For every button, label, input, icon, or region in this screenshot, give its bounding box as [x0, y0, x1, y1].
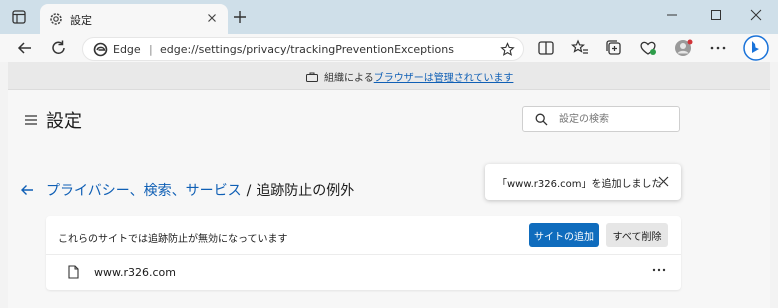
- edge-icon: [93, 42, 108, 57]
- omnibox-label: Edge: [113, 43, 141, 56]
- address-bar[interactable]: Edge | edge://settings/privacy/trackingP…: [82, 37, 524, 61]
- window-close-icon[interactable]: [742, 4, 770, 26]
- close-icon[interactable]: [204, 10, 220, 26]
- managed-link[interactable]: ブラウザーは管理されています: [374, 73, 514, 84]
- more-actions-icon[interactable]: [651, 263, 667, 277]
- back-arrow-icon[interactable]: [20, 184, 34, 196]
- bing-icon[interactable]: [743, 35, 769, 61]
- settings-page: 設定 プライバシー、検索、サービス/追跡防止の例外 「www.r326.com」…: [8, 90, 770, 308]
- exceptions-card: これらのサイトでは追跡防止が無効になっています サイトの追加 すべて削除 www…: [46, 216, 681, 290]
- briefcase-icon: [306, 72, 318, 82]
- add-site-button[interactable]: サイトの追加: [529, 223, 599, 247]
- hamburger-icon[interactable]: [24, 114, 38, 126]
- omnibox-separator: |: [149, 43, 153, 56]
- minimize-icon[interactable]: [658, 4, 686, 26]
- address-toolbar: Edge | edge://settings/privacy/trackingP…: [0, 34, 778, 62]
- maximize-icon[interactable]: [702, 4, 730, 26]
- breadcrumb-current: 追跡防止の例外: [256, 183, 355, 199]
- exceptions-description: これらのサイトでは追跡防止が無効になっています: [58, 234, 288, 245]
- profile-avatar[interactable]: [672, 38, 694, 58]
- window-icon[interactable]: [10, 8, 28, 26]
- split-screen-icon[interactable]: [535, 38, 557, 58]
- file-icon: [68, 265, 79, 279]
- favorite-star-icon[interactable]: [500, 42, 515, 57]
- back-icon[interactable]: [14, 38, 36, 58]
- close-icon[interactable]: [658, 176, 669, 187]
- remove-all-button[interactable]: すべて削除: [606, 223, 668, 247]
- search-icon: [535, 113, 548, 126]
- browser-essentials-icon[interactable]: [637, 38, 659, 58]
- managed-prefix: 組織による: [324, 73, 374, 84]
- favorites-icon[interactable]: [569, 38, 591, 58]
- breadcrumb: プライバシー、検索、サービス / 追跡防止の例外: [20, 180, 354, 200]
- browser-window: 設定 Edge | edge://settings/privacy/tracki…: [0, 0, 778, 308]
- list-item: www.r326.com: [46, 255, 681, 289]
- more-icon[interactable]: [707, 38, 729, 58]
- refresh-icon[interactable]: [48, 38, 70, 58]
- managed-info-bar: 組織によるブラウザーは管理されています: [8, 62, 770, 90]
- managed-message: 組織によるブラウザーは管理されています: [306, 69, 513, 84]
- page-title: 設定: [46, 111, 82, 132]
- notification-toast: 「www.r326.com」を追加しました: [485, 164, 681, 200]
- tab-settings[interactable]: 設定: [40, 4, 228, 34]
- tab-strip: 設定: [0, 0, 778, 34]
- site-name: www.r326.com: [94, 266, 176, 279]
- gear-icon: [50, 13, 62, 25]
- tab-title: 設定: [70, 14, 92, 27]
- new-tab-icon[interactable]: [232, 9, 248, 25]
- toast-message: 「www.r326.com」を追加しました: [497, 179, 662, 190]
- breadcrumb-parent-link[interactable]: プライバシー、検索、サービス: [46, 183, 242, 199]
- collections-icon[interactable]: [603, 38, 625, 58]
- breadcrumb-separator: /: [246, 183, 252, 199]
- url-text[interactable]: edge://settings/privacy/trackingPreventi…: [160, 43, 454, 56]
- search-input[interactable]: [559, 111, 669, 127]
- settings-search[interactable]: [522, 106, 680, 132]
